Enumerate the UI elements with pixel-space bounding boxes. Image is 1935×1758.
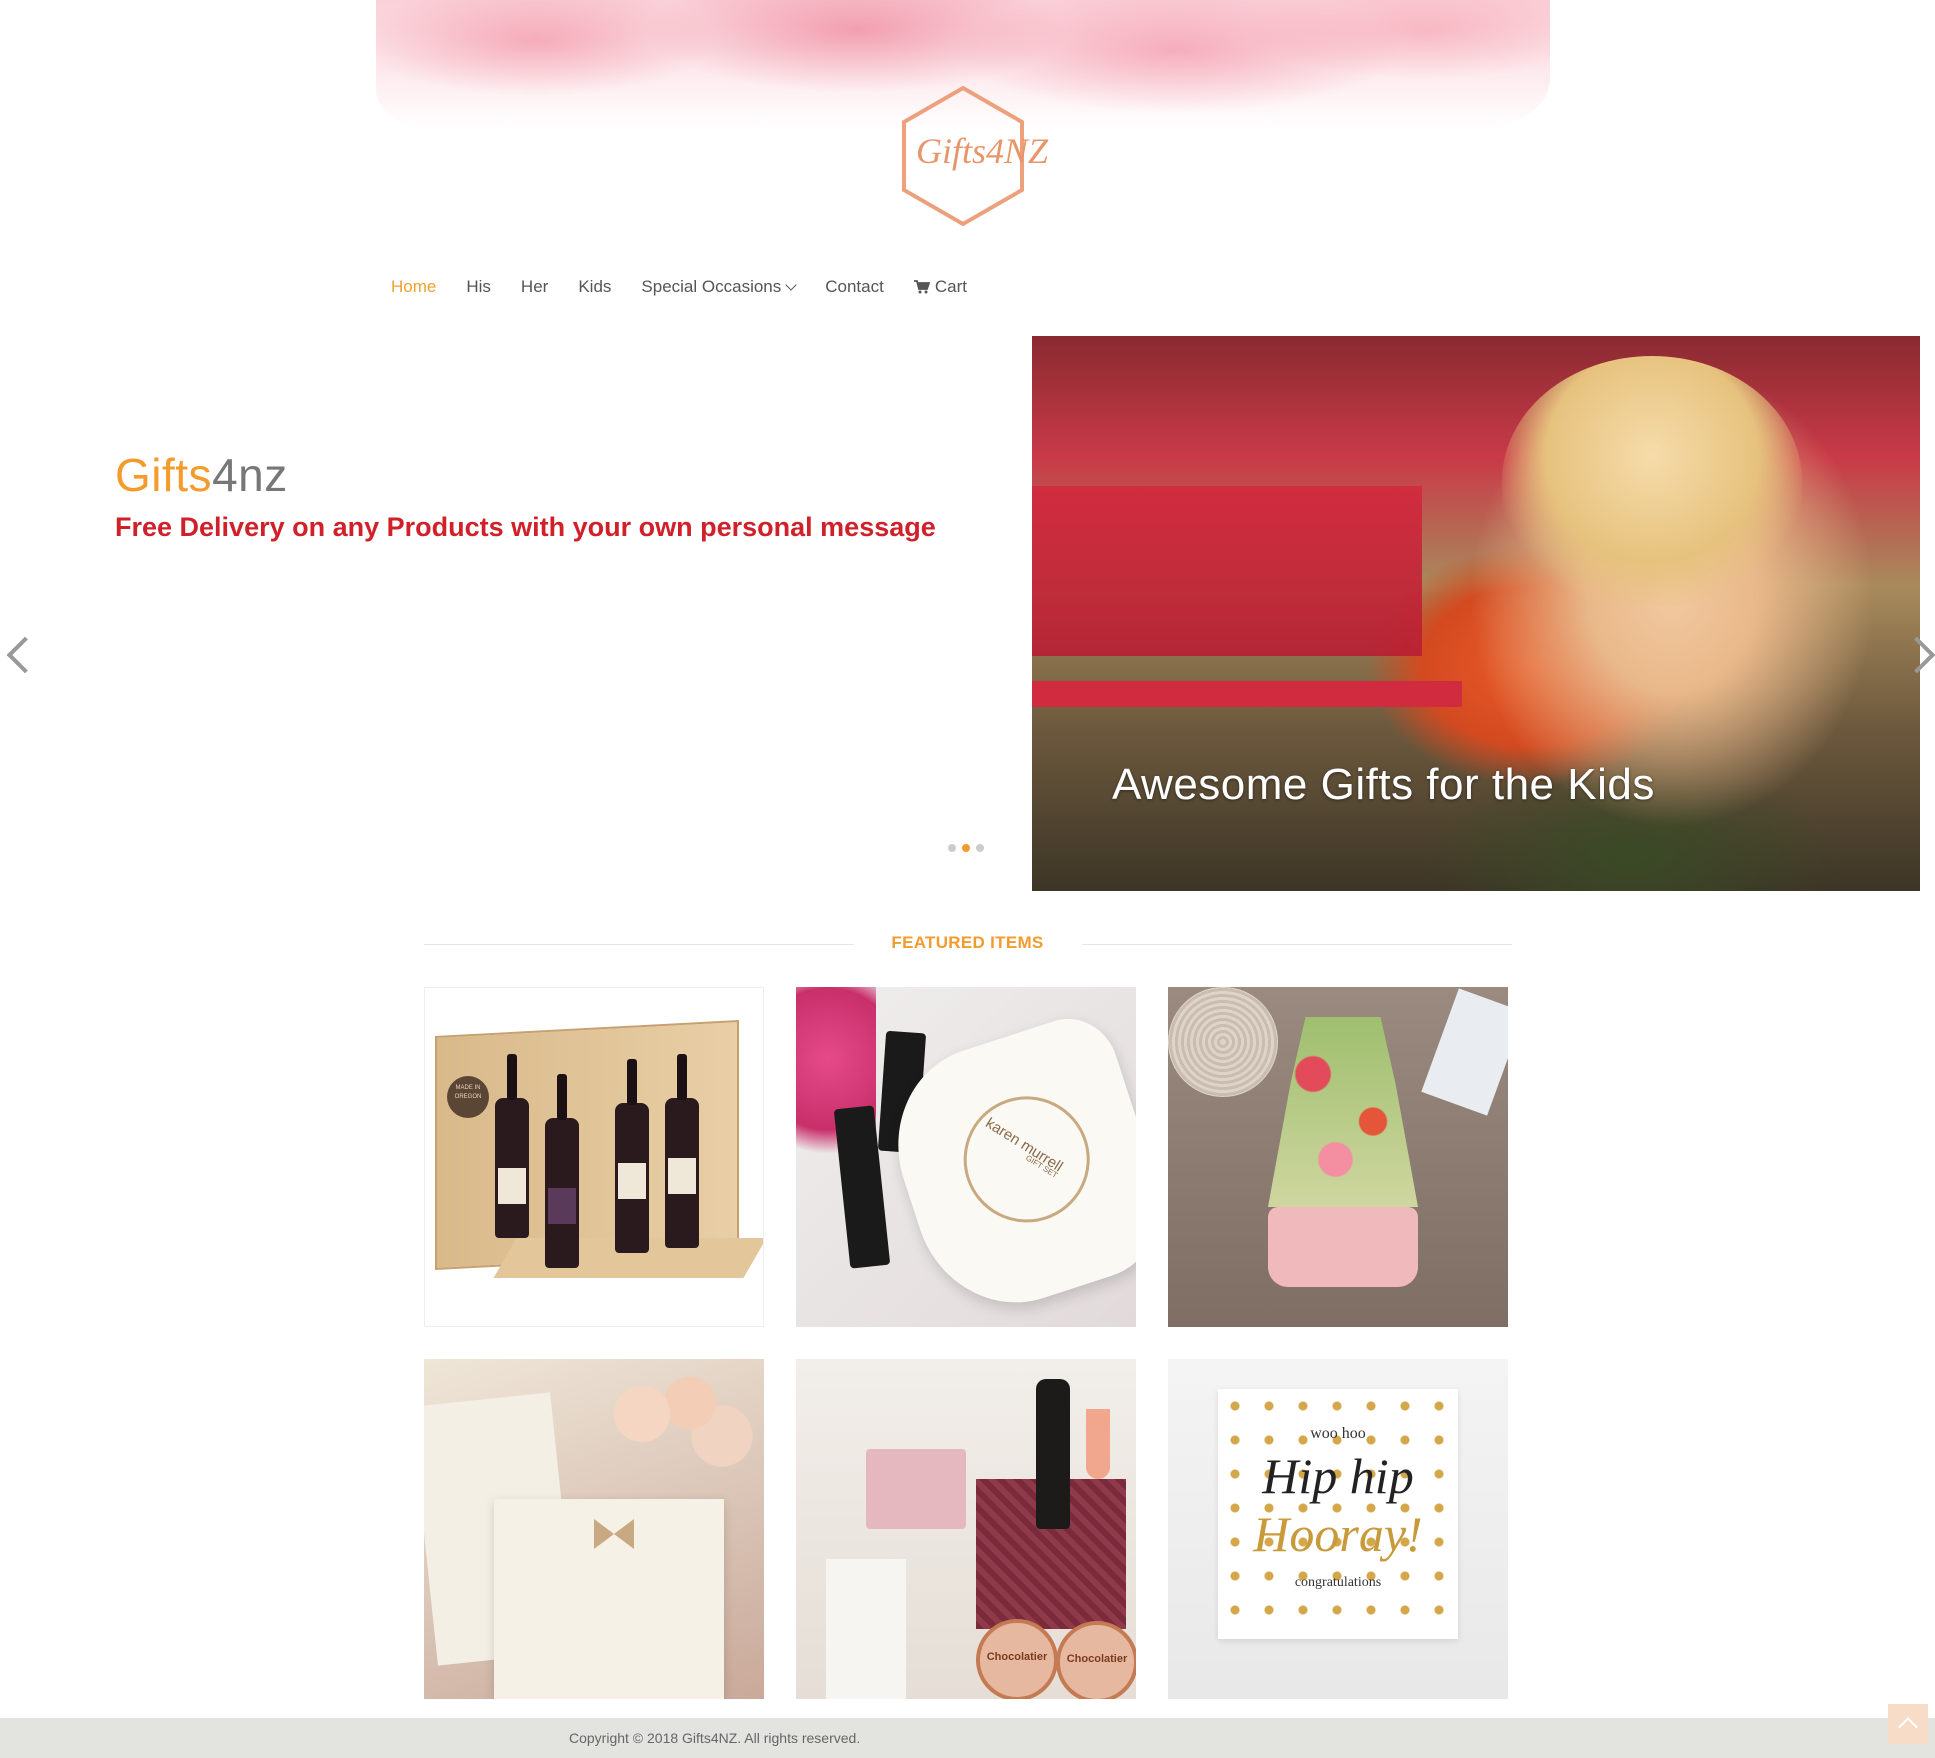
- card-line2: Hip hip: [1262, 1448, 1414, 1504]
- featured-divider-right: [1082, 944, 1512, 945]
- wine-bottle: [665, 1054, 699, 1248]
- slider-dot-1[interactable]: [948, 844, 956, 852]
- site-footer: Copyright © 2018 Gifts4NZ. All rights re…: [0, 1718, 1935, 1758]
- copyright-text: Copyright © 2018 Gifts4NZ. All rights re…: [569, 1730, 861, 1746]
- logo[interactable]: Gifts4NZ: [898, 84, 1049, 228]
- nav-kids-label: Kids: [578, 277, 612, 296]
- scroll-to-top-button[interactable]: [1888, 1704, 1928, 1744]
- wine-bottle: [495, 1054, 529, 1238]
- pedestal-shape: [826, 1559, 906, 1699]
- hero-brand-part2: 4nz: [212, 449, 288, 501]
- featured-item-makeup[interactable]: karen murrell GIFT SET: [796, 987, 1136, 1327]
- toy-ramp-shape: [1032, 681, 1462, 707]
- nav-cart-label: Cart: [934, 277, 967, 296]
- chocolate-tin-label: Chocolatier: [986, 1651, 1048, 1663]
- featured-item-dress[interactable]: [1168, 987, 1508, 1327]
- main-nav: Home His Her Kids Special Occasions Cont…: [391, 272, 997, 302]
- candle-box-shape: [866, 1449, 966, 1529]
- nav-his-label: His: [466, 277, 491, 296]
- card-line3: Hooray!: [1253, 1506, 1423, 1562]
- floral-dress-shape: [1268, 1017, 1418, 1207]
- featured-item-wedding[interactable]: [424, 1359, 764, 1699]
- shopping-cart-icon: [913, 280, 930, 294]
- nav-home[interactable]: Home: [391, 277, 436, 297]
- nav-cart[interactable]: Cart: [913, 277, 967, 297]
- slider-dot-2[interactable]: [962, 844, 970, 852]
- slider-dot-3[interactable]: [976, 844, 984, 852]
- nav-special-occasions-label: Special Occasions: [641, 277, 782, 296]
- slider-prev-icon[interactable]: [6, 636, 44, 674]
- wine-bottle: [545, 1074, 579, 1268]
- made-in-oregon-stamp: MADE IN OREGON: [447, 1076, 489, 1118]
- roses-shape: [594, 1359, 754, 1469]
- nav-home-label: Home: [391, 277, 437, 296]
- congratulations-card: woo hoo Hip hip Hooray! congratulations: [1218, 1389, 1458, 1639]
- nav-her-label: Her: [520, 277, 549, 296]
- hero-promo-text: Free Delivery on any Products with your …: [115, 512, 936, 542]
- chevron-up-icon: [1898, 1717, 1918, 1737]
- hero-slider: Gifts4nz Free Delivery on any Products w…: [0, 336, 1935, 891]
- hero-slide-caption: Awesome Gifts for the Kids: [1112, 760, 1655, 809]
- chocolate-tin-label: Chocolatier: [1066, 1653, 1128, 1665]
- card-line4: congratulations: [1294, 1575, 1382, 1590]
- chocolate-tin: Chocolatier: [1056, 1621, 1136, 1699]
- pink-shorts-shape: [1268, 1207, 1418, 1287]
- wine-bottle: [615, 1059, 649, 1253]
- featured-item-hamper[interactable]: Chocolatier Chocolatier: [796, 1359, 1136, 1699]
- nav-contact[interactable]: Contact: [825, 277, 884, 297]
- featured-item-wine[interactable]: MADE IN OREGON: [424, 987, 764, 1327]
- nav-special-occasions[interactable]: Special Occasions: [641, 277, 797, 297]
- logo-text: Gifts4NZ: [916, 131, 1049, 171]
- chocolate-tin: Chocolatier: [976, 1619, 1058, 1699]
- champagne-bottle: [1036, 1379, 1070, 1529]
- nav-his[interactable]: His: [466, 277, 491, 297]
- hero-brand-part1: Gifts: [115, 449, 213, 501]
- child-shape: [1502, 356, 1802, 606]
- hero-brand-title: Gifts4nz: [115, 448, 288, 502]
- featured-title: FEATURED ITEMS: [891, 933, 1044, 952]
- nav-her[interactable]: Her: [521, 277, 548, 297]
- hero-slide-image[interactable]: Awesome Gifts for the Kids: [1032, 336, 1920, 891]
- nav-contact-label: Contact: [825, 277, 884, 296]
- featured-item-card[interactable]: woo hoo Hip hip Hooray! congratulations: [1168, 1359, 1508, 1699]
- champagne-glass: [1086, 1409, 1110, 1479]
- notebook-shape: [1421, 988, 1508, 1116]
- doily-shape: [1168, 987, 1278, 1097]
- nav-kids[interactable]: Kids: [578, 277, 611, 297]
- toy-shelf-shape: [1032, 486, 1422, 656]
- card-line1: woo hoo: [1310, 1425, 1366, 1442]
- slider-dots: [948, 844, 984, 852]
- chevron-down-icon: [785, 279, 797, 291]
- site-header: Gifts4NZ: [0, 0, 1935, 260]
- invitation-card: [494, 1499, 724, 1699]
